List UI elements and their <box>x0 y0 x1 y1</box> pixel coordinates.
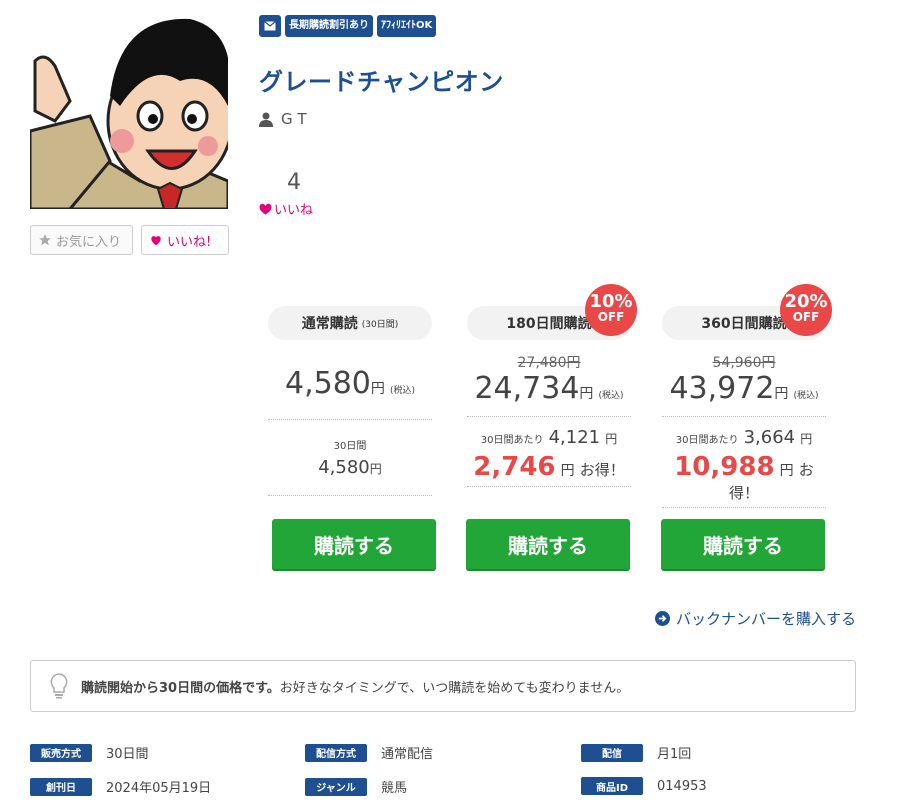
plan-sub-label: 30日間 <box>333 441 367 452</box>
favorite-button[interactable]: お気に入り <box>30 225 133 255</box>
plan-sub-price: 4,580円 <box>318 457 382 478</box>
lightbulb-icon <box>50 673 68 699</box>
note-text: お好きなタイミングで、いつ購読を始めても変わりません。 <box>279 680 630 696</box>
discount-badge: 10% OFF <box>585 284 637 336</box>
info-value: 014953 <box>657 778 707 794</box>
tag-affiliate: ｱﾌｨﾘｴｲﾄOK <box>377 15 437 37</box>
plan-360: 360日間購読 20% OFF 54,960円 43,972円 (税込) 30日間… <box>662 284 832 508</box>
author-name: G T <box>281 110 307 128</box>
mail-icon <box>259 15 281 37</box>
plan-180: 180日間購読 10% OFF 27,480円 24,734円 (税込) 30日間… <box>467 284 637 487</box>
info-label: 販売方式 <box>30 743 92 762</box>
info-value: 月1回 <box>657 747 692 762</box>
info-delivery-frequency: 配信 月1回 <box>581 743 691 762</box>
likes-label-text: いいね <box>274 203 314 218</box>
likes-label: いいね <box>259 199 313 218</box>
info-label: 創刊日 <box>30 777 92 796</box>
info-value: 通常配信 <box>381 747 434 762</box>
author[interactable]: G T <box>259 110 307 128</box>
avatar-actions: お気に入り いいね! <box>30 225 229 255</box>
info-launch-date: 創刊日 2024年05月19日 <box>30 777 211 796</box>
avatar <box>30 11 228 209</box>
plan-savings: 2,746 円 お得！ <box>473 452 625 482</box>
info-value: 競馬 <box>381 781 408 796</box>
buy-button-360[interactable]: 購読する <box>661 519 825 569</box>
heart-icon <box>259 203 272 214</box>
info-value: 30日間 <box>106 747 149 762</box>
info-label: 配信 <box>581 743 643 762</box>
info-product-id: 商品ID 014953 <box>581 777 707 795</box>
buy-button-regular[interactable]: 購読する <box>272 519 436 569</box>
note-bold: 購読開始から30日間の価格です。 <box>81 680 280 696</box>
info-sales-method: 販売方式 30日間 <box>30 743 149 762</box>
tag-long-term-discount: 長期購読割引あり <box>285 15 373 37</box>
info-label: 商品ID <box>581 777 643 795</box>
user-icon <box>259 112 273 127</box>
backnumber-label: バックナンバーを購入する <box>675 610 856 628</box>
arrow-circle-icon <box>654 611 670 626</box>
plan-price: 4,580円 (税込) <box>284 366 415 401</box>
plan-price: 24,734円 (税込) <box>474 371 624 406</box>
likes-count: 4 <box>287 170 301 195</box>
buy-button-180[interactable]: 購読する <box>466 519 630 569</box>
plan-price: 43,972円 (税込) <box>669 371 819 406</box>
favorite-label: お気に入り <box>56 234 122 250</box>
like-button[interactable]: いいね! <box>141 225 229 255</box>
heart-icon <box>151 236 161 246</box>
old-price: 54,960円 <box>712 355 776 371</box>
magazine-title[interactable]: グレードチャンピオン <box>259 62 504 97</box>
info-label: ジャンル <box>305 777 367 796</box>
info-value: 2024年05月19日 <box>106 781 212 796</box>
tag-list: 長期購読割引あり ｱﾌｨﾘｴｲﾄOK <box>259 15 437 37</box>
plan-savings: 10,988 円 お得！ <box>674 452 814 502</box>
star-icon <box>39 234 51 246</box>
plan-sub-price: 30日間あたり 3,664 円 <box>675 427 813 448</box>
discount-badge: 20% OFF <box>780 284 832 336</box>
plan-name: 通常購読 (30日間) <box>268 306 432 340</box>
like-label: いいね! <box>167 234 212 250</box>
info-delivery-method: 配信方式 通常配信 <box>305 743 433 762</box>
info-genre: ジャンル 競馬 <box>305 777 407 796</box>
info-label: 配信方式 <box>305 743 367 762</box>
price-note: 購読開始から30日間の価格です。 お好きなタイミングで、いつ購読を始めても変わりま… <box>30 660 856 712</box>
plan-sub-price: 30日間あたり 4,121 円 <box>480 427 618 448</box>
plan-regular: 通常購読 (30日間) 4,580円 (税込) 30日間 4,580円 <box>268 306 432 496</box>
old-price: 27,480円 <box>517 355 581 371</box>
backnumber-link[interactable]: バックナンバーを購入する <box>654 608 856 629</box>
